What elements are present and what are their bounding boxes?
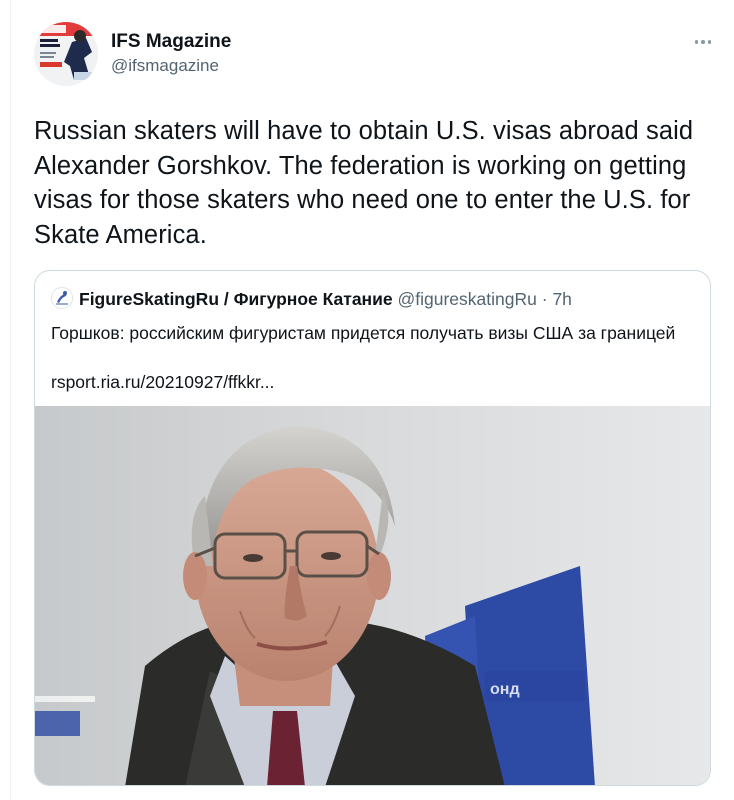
quote-author-handle[interactable]: @figureskatingRu bbox=[398, 289, 537, 309]
timeline-divider bbox=[10, 0, 11, 800]
more-dot bbox=[707, 40, 712, 44]
svg-text:онд: онд bbox=[490, 681, 520, 698]
author-avatar[interactable] bbox=[34, 22, 98, 86]
photo-of-man-in-glasses: онд bbox=[35, 406, 710, 785]
quote-header: FigureSkatingRu / Фигурное Катание @figu… bbox=[79, 288, 572, 310]
more-options-button[interactable] bbox=[688, 32, 718, 52]
quote-timestamp[interactable]: 7h bbox=[552, 289, 571, 309]
more-dot bbox=[701, 40, 705, 44]
quote-author-name[interactable]: FigureSkatingRu / Фигурное Катание bbox=[79, 289, 393, 309]
quote-link[interactable]: rsport.ria.ru/20210927/ffkkr... bbox=[51, 370, 274, 395]
skater-logo-icon bbox=[52, 288, 72, 308]
quote-separator: · bbox=[541, 289, 548, 309]
author-display-name[interactable]: IFS Magazine bbox=[111, 31, 231, 53]
magazine-cover-avatar-icon bbox=[34, 22, 98, 86]
author-handle[interactable]: @ifsmagazine bbox=[111, 55, 219, 77]
quote-text: Горшков: российским фигуристам придется … bbox=[51, 323, 676, 343]
quote-author-avatar[interactable] bbox=[51, 287, 73, 309]
quote-media-image[interactable]: онд bbox=[35, 406, 710, 785]
tweet-card[interactable]: IFS Magazine @ifsmagazine Russian skater… bbox=[0, 0, 734, 800]
tweet-text: Russian skaters will have to obtain U.S.… bbox=[34, 117, 694, 249]
quoted-tweet[interactable]: FigureSkatingRu / Фигурное Катание @figu… bbox=[34, 270, 711, 786]
more-horizontal-icon bbox=[694, 40, 699, 44]
